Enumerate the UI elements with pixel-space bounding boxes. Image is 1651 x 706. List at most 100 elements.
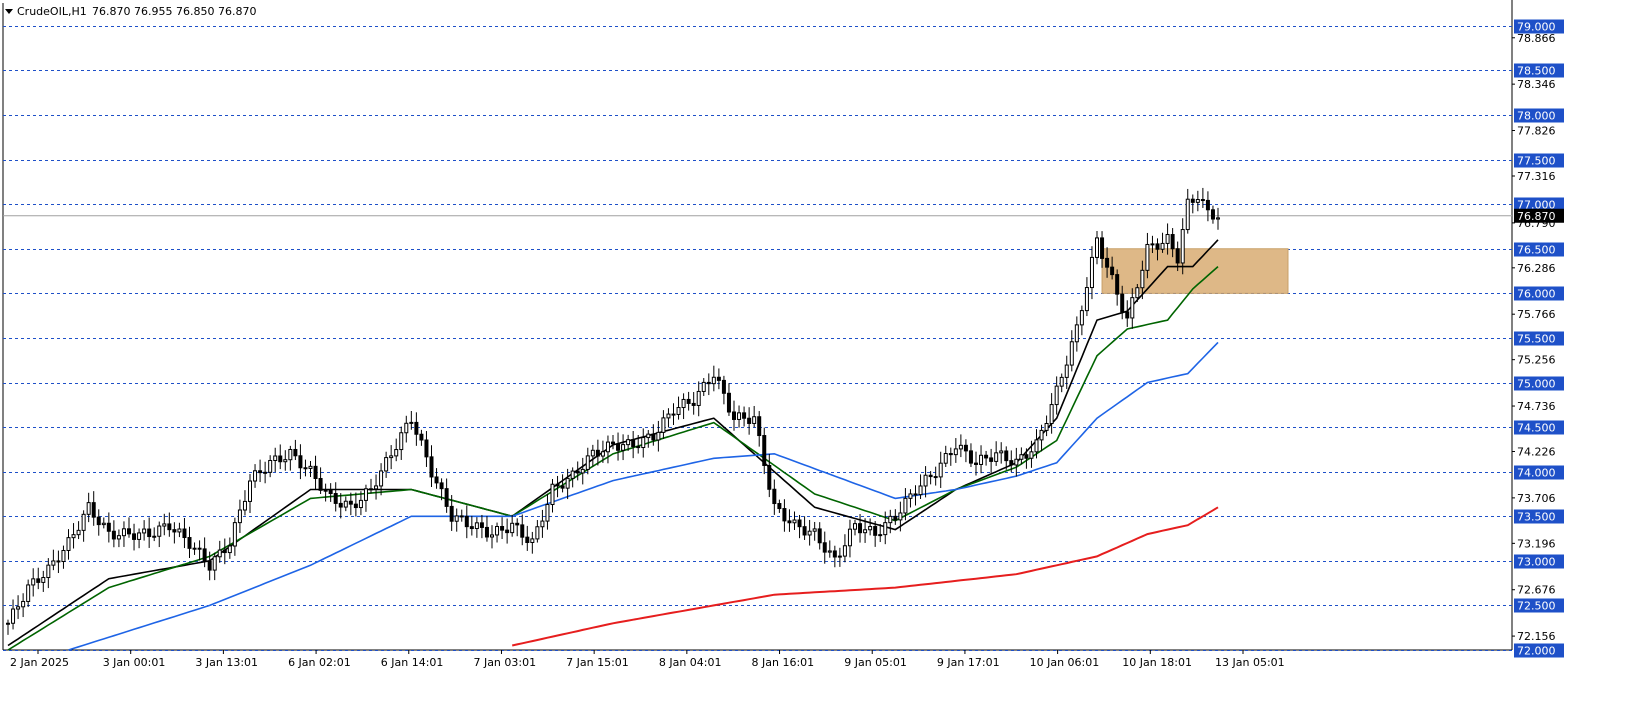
candle-body xyxy=(142,528,147,534)
candle-body xyxy=(21,600,26,608)
candle-body xyxy=(555,483,560,487)
time-tick-label: 3 Jan 00:01 xyxy=(103,656,166,669)
candle-body xyxy=(515,522,520,526)
candle-body xyxy=(1190,198,1195,203)
candle-body xyxy=(1024,454,1029,459)
candle-body xyxy=(868,526,873,531)
candle-body xyxy=(137,532,142,540)
candle-body xyxy=(227,545,232,554)
symbol-label: CrudeOIL,H1 xyxy=(17,5,87,18)
candle-body xyxy=(520,524,525,538)
time-tick-label: 9 Jan 17:01 xyxy=(937,656,1000,669)
candle-body xyxy=(16,606,21,610)
candle-body xyxy=(621,444,626,451)
candle-body xyxy=(540,520,545,528)
candle-body xyxy=(903,497,908,514)
candle-body xyxy=(550,483,555,506)
candle-body xyxy=(116,535,121,540)
candle-body xyxy=(1089,256,1094,289)
candle-body xyxy=(172,529,177,533)
candle-body xyxy=(1180,229,1185,264)
candle-body xyxy=(626,439,631,446)
time-tick-label: 2 Jan 2025 xyxy=(10,656,69,669)
candle-body xyxy=(721,379,726,394)
candle-body xyxy=(308,465,313,469)
candle-body xyxy=(127,528,131,535)
level-tag-label: 77.500 xyxy=(1517,155,1556,168)
ma-slow-line xyxy=(68,341,1219,651)
candle-body xyxy=(429,456,434,478)
candle-body xyxy=(883,522,888,536)
candle-body xyxy=(999,450,1004,454)
candle-body xyxy=(651,433,656,441)
price-axis[interactable]: 79.00078.50078.00077.50077.00076.50076.0… xyxy=(1512,19,1564,658)
candle-body xyxy=(913,493,918,496)
candle-body xyxy=(747,417,752,424)
candle-body xyxy=(1175,248,1180,264)
candle-body xyxy=(1210,209,1215,220)
price-tick-label: 77.826 xyxy=(1517,125,1556,138)
time-axis[interactable]: 2 Jan 2025 3 Jan 00:01 3 Jan 13:01 6 Jan 02… xyxy=(10,650,1285,669)
candle-body xyxy=(197,547,202,550)
candle-body xyxy=(530,538,535,543)
candle-body xyxy=(56,560,61,563)
candle-body xyxy=(847,528,852,547)
candle-body xyxy=(318,478,323,491)
level-tag-label: 73.000 xyxy=(1517,556,1556,569)
candle-body xyxy=(827,550,832,553)
dropdown-triangle-icon[interactable] xyxy=(5,9,13,14)
candle-body xyxy=(96,516,101,526)
candle-body xyxy=(822,542,827,553)
candle-body xyxy=(858,523,863,534)
candle-body xyxy=(953,448,958,456)
candle-body xyxy=(1145,243,1150,271)
candle-body xyxy=(1110,266,1115,276)
candle-body xyxy=(948,453,953,456)
candle-body xyxy=(152,535,157,538)
candle-body xyxy=(454,515,459,522)
candle-body xyxy=(1155,243,1160,250)
time-tick-label: 10 Jan 18:01 xyxy=(1122,656,1192,669)
candle-body xyxy=(51,560,56,566)
candle-body xyxy=(268,459,273,473)
candle-body xyxy=(565,477,570,489)
candle-body xyxy=(656,431,661,441)
candle-body xyxy=(984,454,989,459)
candle-body xyxy=(863,529,868,534)
price-chart[interactable]: 79.00078.50078.00077.50077.00076.50076.0… xyxy=(0,0,1651,706)
candle-body xyxy=(842,545,847,557)
chart-header: CrudeOIL,H1 76.870 76.955 76.850 76.870 xyxy=(5,5,256,18)
candle-body xyxy=(1019,454,1024,460)
candle-body xyxy=(298,455,303,469)
candle-body xyxy=(232,522,237,547)
candle-body xyxy=(732,411,736,420)
candle-body xyxy=(217,549,222,558)
candle-body xyxy=(424,439,429,458)
candle-body xyxy=(1054,385,1059,406)
candle-body xyxy=(162,523,167,527)
candle-body xyxy=(1200,199,1205,202)
candle-body xyxy=(288,448,293,461)
candle-body xyxy=(303,467,308,470)
candle-body xyxy=(605,441,610,453)
candle-body xyxy=(711,376,716,385)
candle-body xyxy=(338,502,343,508)
candle-body xyxy=(963,444,968,452)
candle-body xyxy=(1216,217,1220,220)
current-price-label: 76.870 xyxy=(1517,210,1556,223)
candle-body xyxy=(1150,243,1155,246)
price-tick-label: 74.226 xyxy=(1517,446,1556,459)
candle-body xyxy=(389,455,394,459)
candle-body xyxy=(691,402,696,406)
price-tick-label: 73.706 xyxy=(1517,492,1556,505)
price-tick-label: 74.736 xyxy=(1517,400,1556,413)
candle-body xyxy=(374,485,379,490)
candle-body xyxy=(611,441,615,445)
candle-body xyxy=(757,416,762,437)
candle-body xyxy=(933,476,938,479)
candle-body xyxy=(943,453,948,464)
candle-body xyxy=(31,578,36,586)
candle-body xyxy=(394,449,399,457)
candle-body xyxy=(968,450,973,464)
candle-body xyxy=(510,522,515,534)
